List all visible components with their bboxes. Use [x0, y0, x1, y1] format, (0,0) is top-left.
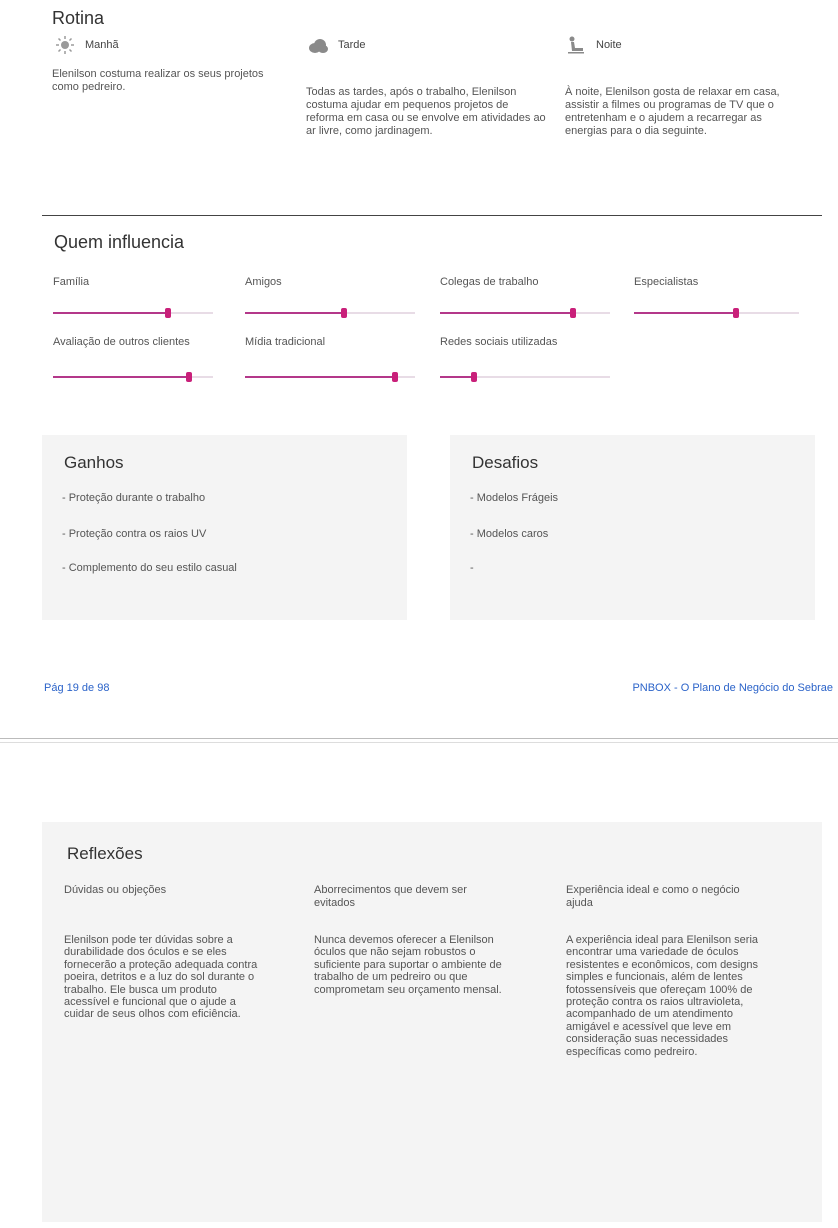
cloud-icon: [308, 36, 328, 54]
ganhos-title: Ganhos: [64, 453, 124, 472]
influence-slider: [245, 372, 415, 382]
desafios-title: Desafios: [472, 453, 539, 472]
period-label: Manhã: [85, 39, 119, 51]
influencer-label: Família: [53, 276, 90, 288]
period-text: À noite, Elenilson gosta de relaxar em c…: [565, 86, 780, 137]
page-number: Pág 19 de 98: [44, 682, 110, 694]
influence-slider: [53, 372, 213, 382]
divider: [42, 215, 822, 216]
slider-knob: [165, 308, 172, 318]
period-label: Noite: [596, 39, 622, 51]
influencer-label: Especialistas: [634, 276, 699, 288]
slider-knob: [186, 372, 192, 382]
desafios-item: - Modelos caros: [470, 528, 549, 540]
page-break: [0, 742, 838, 743]
period-night: Noite: [566, 36, 622, 54]
influence-slider: [53, 308, 213, 318]
reflexoes-col-text: Elenilson pode ter dúvidas sobre a durab…: [64, 934, 258, 1021]
influence-slider: [634, 308, 799, 318]
reflexoes-col-text: Nunca devemos oferecer a Elenilson óculo…: [314, 934, 502, 996]
reflexoes-col-title: Aborrecimentos que devem ser evitados: [314, 884, 467, 909]
influence-slider: [245, 308, 415, 318]
period-label: Tarde: [338, 39, 366, 51]
ganhos-item: - Proteção contra os raios UV: [62, 528, 207, 540]
influencer-label: Colegas de trabalho: [440, 276, 539, 288]
reflexoes-box: Reflexões Dúvidas ou objeções Elenilson …: [42, 822, 822, 1222]
influencer-label: Avaliação de outros clientes: [53, 336, 190, 348]
period-morning: Manhã: [55, 36, 119, 54]
influence-slider: [440, 308, 610, 318]
slider-knob: [340, 308, 347, 318]
footer-brand: PNBOX - O Plano de Negócio do Sebrae: [632, 682, 833, 694]
influencer-label: Redes sociais utilizadas: [440, 336, 558, 348]
rotina-title: Rotina: [52, 8, 105, 28]
page-break: [0, 738, 838, 739]
period-text: Todas as tardes, após o trabalho, Elenil…: [306, 86, 546, 137]
influencer-label: Amigos: [245, 276, 282, 288]
slider-knob: [733, 308, 740, 318]
reflexoes-title: Reflexões: [67, 844, 143, 863]
slider-knob: [569, 308, 576, 318]
desafios-item: -: [470, 562, 474, 574]
sun-icon: [55, 36, 75, 54]
influencia-title: Quem influencia: [54, 232, 185, 252]
ganhos-box: Ganhos - Proteção durante o trabalho - P…: [42, 435, 407, 620]
reflexoes-col-title: Experiência ideal e como o negócio ajuda: [566, 884, 740, 909]
period-text: Elenilson costuma realizar os seus proje…: [52, 68, 264, 93]
influence-slider: [440, 372, 610, 382]
slider-knob: [391, 372, 398, 382]
influencer-label: Mídia tradicional: [245, 336, 326, 348]
desafios-item: - Modelos Frágeis: [470, 492, 559, 504]
person-relaxing-icon: [566, 36, 586, 54]
ganhos-item: - Proteção durante o trabalho: [62, 492, 206, 504]
desafios-box: Desafios - Modelos Frágeis - Modelos car…: [450, 435, 815, 620]
reflexoes-col-title: Dúvidas ou objeções: [64, 884, 167, 896]
slider-knob: [471, 372, 477, 382]
reflexoes-col-text: A experiência ideal para Elenilson seria…: [566, 934, 759, 1058]
ganhos-item: - Complemento do seu estilo casual: [62, 562, 237, 574]
period-afternoon: Tarde: [308, 36, 366, 54]
